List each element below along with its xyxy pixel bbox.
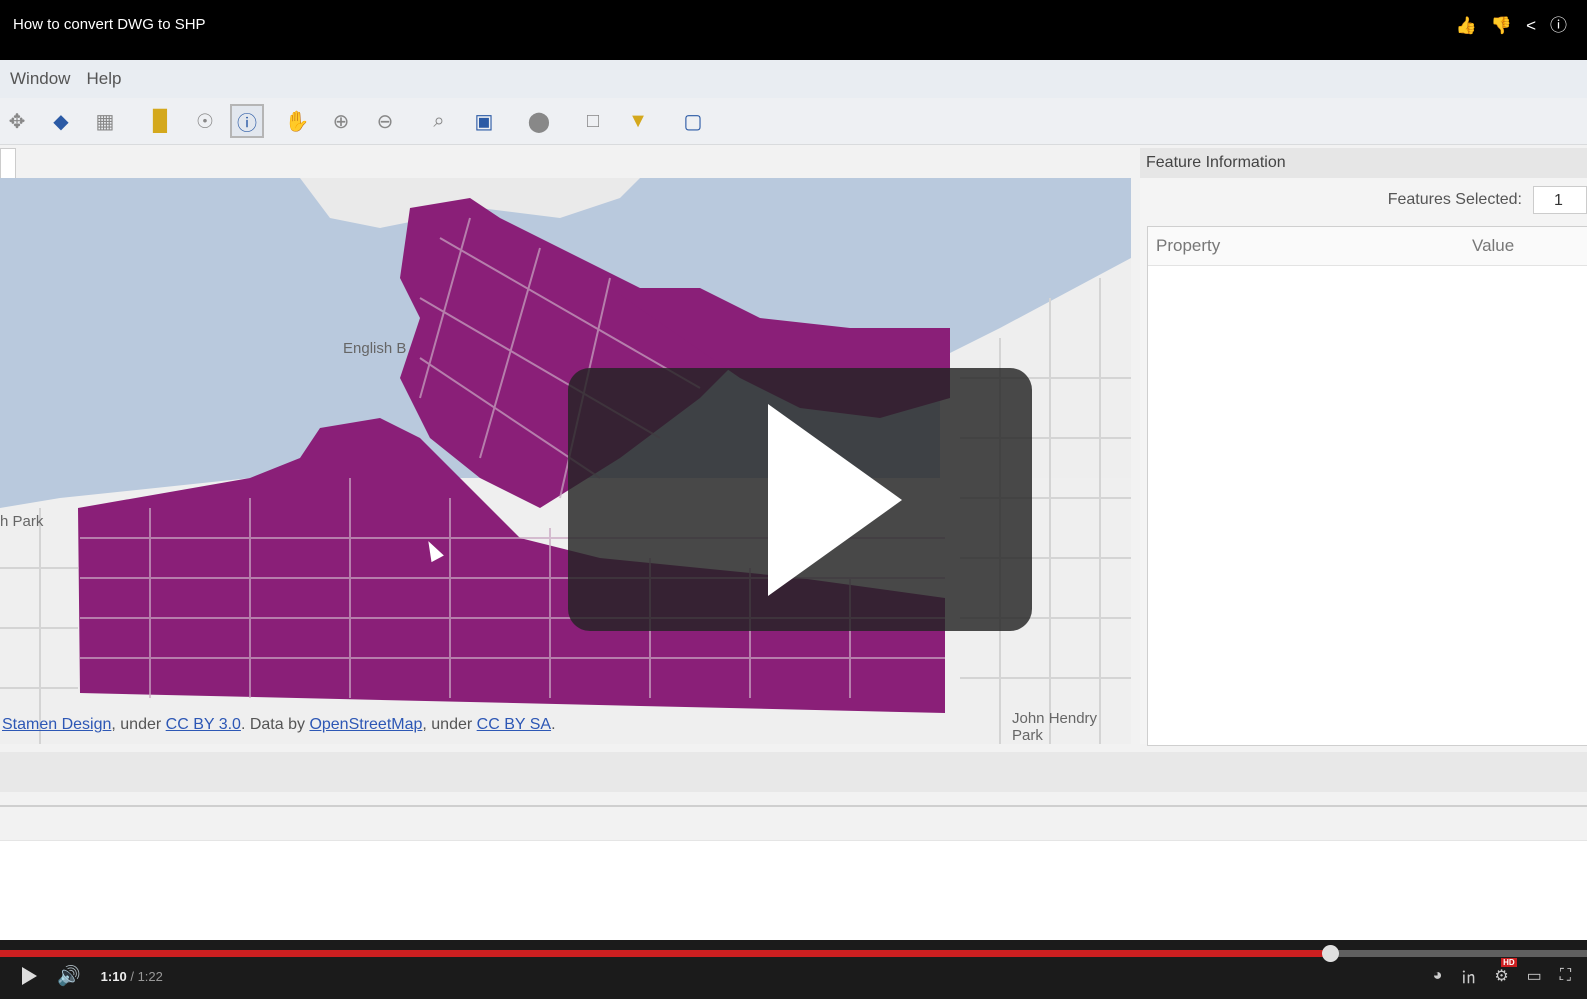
map-label-john-hendry-park: John Hendry Park: [1012, 710, 1098, 744]
zoom-in-icon[interactable]: ⊕: [324, 104, 358, 138]
thumbs-up-icon[interactable]: 👍: [1456, 16, 1477, 36]
thumbs-down-icon[interactable]: 👎: [1491, 16, 1512, 36]
edit-tool-icon[interactable]: ◆: [44, 104, 78, 138]
feature-info-panel: Feature Information Features Selected: 1…: [1140, 148, 1587, 746]
player-controls: 🔊 1:10 / 1:22 ◕ ㏌ ⚙ HD ▭ ⛶: [0, 940, 1587, 999]
info-icon[interactable]: ⓘ: [1550, 16, 1567, 36]
identify-disabled-icon[interactable]: ☉: [188, 104, 222, 138]
status-strip: [0, 752, 1587, 792]
column-property[interactable]: Property: [1156, 236, 1220, 256]
map-label-english-bay: English B: [343, 340, 407, 357]
share-icon[interactable]: <: [1526, 16, 1536, 36]
menu-window[interactable]: Window: [10, 69, 70, 89]
map-side-tab[interactable]: [0, 148, 16, 180]
progress-bar[interactable]: [0, 945, 1587, 962]
menu-help[interactable]: Help: [86, 69, 121, 89]
3d-icon[interactable]: ▢: [676, 104, 710, 138]
cc-by-sa-link[interactable]: CC BY SA: [477, 716, 551, 733]
layers-icon[interactable]: █: [143, 104, 177, 138]
captions-icon[interactable]: ㏌: [1460, 964, 1476, 988]
play-icon: [768, 404, 902, 596]
record-icon[interactable]: ⬤: [522, 104, 556, 138]
select-tool-icon[interactable]: ✥: [0, 104, 34, 138]
column-value[interactable]: Value: [1472, 236, 1514, 256]
zoom-extent-icon[interactable]: ▣: [467, 104, 501, 138]
property-table[interactable]: Property Value: [1147, 226, 1587, 746]
settings-gear-icon[interactable]: ⚙ HD: [1494, 958, 1517, 986]
controls-left: 🔊 1:10 / 1:22: [22, 964, 163, 988]
progress-fill: [0, 950, 1330, 957]
lower-panel: [0, 840, 1587, 940]
scale-icon[interactable]: □: [576, 104, 610, 138]
time-display: 1:10 / 1:22: [100, 968, 163, 984]
toolbar: ✥ ◆ ▦ █ ☉ ⓘ ✋ ⊕ ⊖ ⌕ ▣ ⬤ □ ▼ ▢: [0, 98, 1587, 145]
features-selected-field[interactable]: 1: [1533, 186, 1587, 214]
features-selected-label: Features Selected:: [1387, 191, 1522, 208]
filter-icon[interactable]: ▼: [621, 104, 655, 138]
zoom-out-icon[interactable]: ⊖: [368, 104, 402, 138]
panel-title: Feature Information: [1140, 148, 1587, 178]
controls-right: ◕ ㏌ ⚙ HD ▭ ⛶: [1433, 958, 1571, 988]
stamen-link[interactable]: Stamen Design: [2, 716, 111, 733]
zoom-selection-icon[interactable]: ⌕: [422, 104, 456, 138]
divider: [0, 805, 1587, 807]
info-tool-icon[interactable]: ⓘ: [230, 104, 264, 138]
video-title-bar: How to convert DWG to SHP 👍 👎 < ⓘ: [0, 0, 1587, 60]
table-icon[interactable]: ▦: [88, 104, 122, 138]
map-attribution: Stamen Design, under CC BY 3.0. Data by …: [2, 716, 556, 733]
volume-icon[interactable]: 🔊: [57, 964, 81, 988]
progress-scrubber[interactable]: [1321, 945, 1339, 962]
property-table-header: Property Value: [1148, 227, 1587, 266]
watch-later-icon[interactable]: ◕: [1433, 967, 1443, 985]
play-button-icon[interactable]: [22, 967, 37, 985]
fullscreen-icon[interactable]: ⛶: [1560, 967, 1571, 985]
hd-badge: HD: [1501, 958, 1517, 967]
video-title[interactable]: How to convert DWG to SHP: [13, 16, 206, 33]
theater-mode-icon[interactable]: ▭: [1527, 966, 1542, 986]
map-label-park: h Park: [0, 513, 44, 530]
top-icons: 👍 👎 < ⓘ: [1456, 16, 1567, 36]
video-frame[interactable]: Window Help ✥ ◆ ▦ █ ☉ ⓘ ✋ ⊕ ⊖ ⌕ ▣ ⬤ □ ▼ …: [0, 60, 1587, 940]
pan-icon[interactable]: ✋: [280, 104, 314, 138]
menu-bar: Window Help: [0, 60, 1587, 98]
play-overlay-button[interactable]: [568, 368, 1032, 631]
cc-by-link[interactable]: CC BY 3.0: [166, 716, 241, 733]
osm-link[interactable]: OpenStreetMap: [309, 716, 422, 733]
